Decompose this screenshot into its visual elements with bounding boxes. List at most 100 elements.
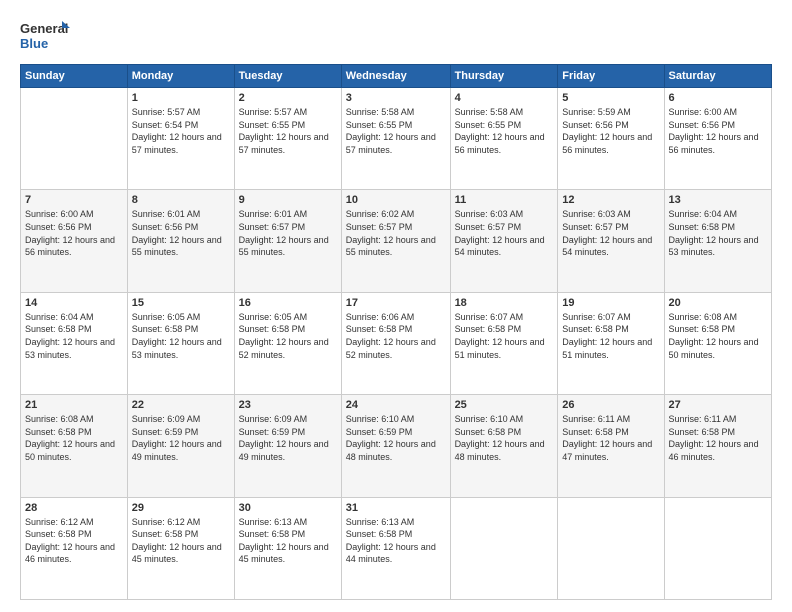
- calendar-cell: 21Sunrise: 6:08 AMSunset: 6:58 PMDayligh…: [21, 395, 128, 497]
- day-number: 7: [25, 194, 123, 206]
- svg-text:Blue: Blue: [20, 36, 48, 51]
- calendar-cell: 17 Sunrise: 6:06 AMSunset: 6:58 PMDayligh…: [341, 292, 450, 394]
- calendar-cell: [21, 88, 128, 190]
- calendar-cell: 14Sunrise: 6:04 AMSunset: 6:58 PMDayligh…: [21, 292, 128, 394]
- calendar-cell: [450, 497, 558, 599]
- calendar-cell: 7 Sunrise: 6:00 AMSunset: 6:56 PMDaylight…: [21, 190, 128, 292]
- day-info: Sunrise: 6:01 AMSunset: 6:56 PMDaylight:…: [132, 208, 230, 258]
- calendar-cell: 8 Sunrise: 6:01 AMSunset: 6:56 PMDaylight…: [127, 190, 234, 292]
- day-number: 14: [25, 297, 123, 309]
- calendar-cell: 11 Sunrise: 6:03 AMSunset: 6:57 PMDayligh…: [450, 190, 558, 292]
- calendar-cell: 28 Sunrise: 6:12 AMSunset: 6:58 PMDayligh…: [21, 497, 128, 599]
- calendar-cell: 9Sunrise: 6:01 AMSunset: 6:57 PMDaylight…: [234, 190, 341, 292]
- calendar-table: SundayMondayTuesdayWednesdayThursdayFrid…: [20, 64, 772, 600]
- day-info: Sunrise: 6:05 AMSunset: 6:58 PMDaylight:…: [132, 311, 230, 361]
- calendar-cell: 18 Sunrise: 6:07 AMSunset: 6:58 PMDayligh…: [450, 292, 558, 394]
- day-info: Sunrise: 6:09 AMSunset: 6:59 PMDaylight:…: [132, 413, 230, 463]
- logo-svg: General Blue: [20, 18, 70, 54]
- day-number: 5: [562, 92, 659, 104]
- day-info: Sunrise: 5:59 AMSunset: 6:56 PMDaylight:…: [562, 106, 659, 156]
- day-info: Sunrise: 6:03 AMSunset: 6:57 PMDaylight:…: [562, 208, 659, 258]
- calendar-cell: 3 Sunrise: 5:58 AMSunset: 6:55 PMDaylight…: [341, 88, 450, 190]
- col-header-friday: Friday: [558, 65, 664, 88]
- day-number: 18: [455, 297, 554, 309]
- day-number: 15: [132, 297, 230, 309]
- day-info: Sunrise: 6:06 AMSunset: 6:58 PMDaylight:…: [346, 311, 446, 361]
- day-number: 2: [239, 92, 337, 104]
- day-info: Sunrise: 6:12 AMSunset: 6:58 PMDaylight:…: [132, 516, 230, 566]
- day-number: 27: [669, 399, 767, 411]
- day-info: Sunrise: 6:10 AMSunset: 6:58 PMDaylight:…: [455, 413, 554, 463]
- day-number: 28: [25, 502, 123, 514]
- day-number: 13: [669, 194, 767, 206]
- day-info: Sunrise: 6:11 AMSunset: 6:58 PMDaylight:…: [669, 413, 767, 463]
- calendar-cell: 12Sunrise: 6:03 AMSunset: 6:57 PMDayligh…: [558, 190, 664, 292]
- calendar-cell: [558, 497, 664, 599]
- day-info: Sunrise: 6:05 AMSunset: 6:58 PMDaylight:…: [239, 311, 337, 361]
- day-info: Sunrise: 5:57 AMSunset: 6:55 PMDaylight:…: [239, 106, 337, 156]
- day-number: 3: [346, 92, 446, 104]
- day-number: 4: [455, 92, 554, 104]
- day-info: Sunrise: 6:12 AMSunset: 6:58 PMDaylight:…: [25, 516, 123, 566]
- day-number: 11: [455, 194, 554, 206]
- day-info: Sunrise: 6:10 AMSunset: 6:59 PMDaylight:…: [346, 413, 446, 463]
- calendar-cell: 20 Sunrise: 6:08 AMSunset: 6:58 PMDayligh…: [664, 292, 771, 394]
- day-info: Sunrise: 6:13 AMSunset: 6:58 PMDaylight:…: [239, 516, 337, 566]
- day-number: 8: [132, 194, 230, 206]
- day-info: Sunrise: 5:58 AMSunset: 6:55 PMDaylight:…: [455, 106, 554, 156]
- day-number: 30: [239, 502, 337, 514]
- calendar-cell: 1 Sunrise: 5:57 AMSunset: 6:54 PMDaylight…: [127, 88, 234, 190]
- calendar-cell: 29 Sunrise: 6:12 AMSunset: 6:58 PMDayligh…: [127, 497, 234, 599]
- calendar-cell: 2 Sunrise: 5:57 AMSunset: 6:55 PMDaylight…: [234, 88, 341, 190]
- day-number: 6: [669, 92, 767, 104]
- day-number: 25: [455, 399, 554, 411]
- day-info: Sunrise: 6:02 AMSunset: 6:57 PMDaylight:…: [346, 208, 446, 258]
- day-info: Sunrise: 6:00 AMSunset: 6:56 PMDaylight:…: [25, 208, 123, 258]
- calendar-cell: 26 Sunrise: 6:11 AMSunset: 6:58 PMDayligh…: [558, 395, 664, 497]
- calendar-cell: 16 Sunrise: 6:05 AMSunset: 6:58 PMDayligh…: [234, 292, 341, 394]
- day-info: Sunrise: 6:09 AMSunset: 6:59 PMDaylight:…: [239, 413, 337, 463]
- day-number: 20: [669, 297, 767, 309]
- calendar-cell: 4 Sunrise: 5:58 AMSunset: 6:55 PMDaylight…: [450, 88, 558, 190]
- day-number: 26: [562, 399, 659, 411]
- day-info: Sunrise: 6:07 AMSunset: 6:58 PMDaylight:…: [455, 311, 554, 361]
- calendar-cell: 22 Sunrise: 6:09 AMSunset: 6:59 PMDayligh…: [127, 395, 234, 497]
- day-number: 31: [346, 502, 446, 514]
- page: General Blue SundayMondayTuesdayWednesda…: [0, 0, 792, 612]
- calendar-cell: 23 Sunrise: 6:09 AMSunset: 6:59 PMDayligh…: [234, 395, 341, 497]
- day-number: 17: [346, 297, 446, 309]
- day-number: 23: [239, 399, 337, 411]
- day-number: 1: [132, 92, 230, 104]
- day-info: Sunrise: 6:07 AMSunset: 6:58 PMDaylight:…: [562, 311, 659, 361]
- calendar-cell: 31Sunrise: 6:13 AMSunset: 6:58 PMDayligh…: [341, 497, 450, 599]
- col-header-monday: Monday: [127, 65, 234, 88]
- day-number: 22: [132, 399, 230, 411]
- day-number: 10: [346, 194, 446, 206]
- day-number: 16: [239, 297, 337, 309]
- day-info: Sunrise: 6:00 AMSunset: 6:56 PMDaylight:…: [669, 106, 767, 156]
- day-info: Sunrise: 6:04 AMSunset: 6:58 PMDaylight:…: [669, 208, 767, 258]
- col-header-sunday: Sunday: [21, 65, 128, 88]
- calendar-cell: [664, 497, 771, 599]
- col-header-tuesday: Tuesday: [234, 65, 341, 88]
- calendar-cell: 19 Sunrise: 6:07 AMSunset: 6:58 PMDayligh…: [558, 292, 664, 394]
- day-info: Sunrise: 6:08 AMSunset: 6:58 PMDaylight:…: [25, 413, 123, 463]
- day-number: 9: [239, 194, 337, 206]
- col-header-thursday: Thursday: [450, 65, 558, 88]
- svg-text:General: General: [20, 21, 68, 36]
- calendar-cell: 10 Sunrise: 6:02 AMSunset: 6:57 PMDayligh…: [341, 190, 450, 292]
- day-info: Sunrise: 5:57 AMSunset: 6:54 PMDaylight:…: [132, 106, 230, 156]
- logo: General Blue: [20, 18, 70, 54]
- col-header-wednesday: Wednesday: [341, 65, 450, 88]
- calendar-cell: 15 Sunrise: 6:05 AMSunset: 6:58 PMDayligh…: [127, 292, 234, 394]
- day-info: Sunrise: 6:08 AMSunset: 6:58 PMDaylight:…: [669, 311, 767, 361]
- day-number: 29: [132, 502, 230, 514]
- day-info: Sunrise: 6:03 AMSunset: 6:57 PMDaylight:…: [455, 208, 554, 258]
- day-info: Sunrise: 5:58 AMSunset: 6:55 PMDaylight:…: [346, 106, 446, 156]
- day-info: Sunrise: 6:11 AMSunset: 6:58 PMDaylight:…: [562, 413, 659, 463]
- calendar-cell: 5 Sunrise: 5:59 AMSunset: 6:56 PMDaylight…: [558, 88, 664, 190]
- day-number: 19: [562, 297, 659, 309]
- calendar-cell: 27 Sunrise: 6:11 AMSunset: 6:58 PMDayligh…: [664, 395, 771, 497]
- col-header-saturday: Saturday: [664, 65, 771, 88]
- calendar-cell: 30 Sunrise: 6:13 AMSunset: 6:58 PMDayligh…: [234, 497, 341, 599]
